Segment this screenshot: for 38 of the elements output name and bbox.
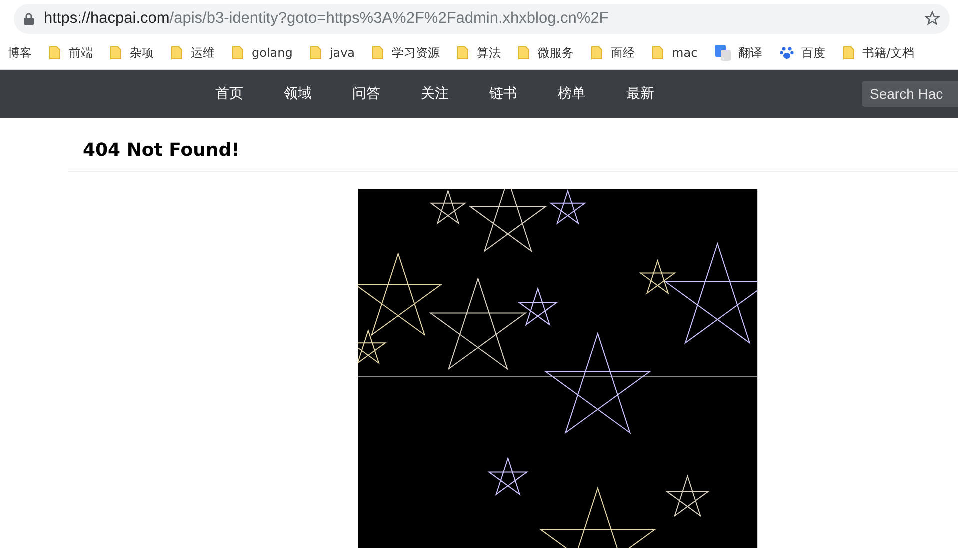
- nav-link[interactable]: 领域: [264, 84, 332, 103]
- bookmark-item[interactable]: 面经: [591, 44, 644, 62]
- folder-icon: [457, 46, 470, 60]
- folder-icon: [372, 46, 384, 60]
- nav-link[interactable]: 问答: [332, 84, 400, 103]
- bookmark-item[interactable]: golang: [232, 46, 302, 60]
- bookmark-item[interactable]: 博客: [8, 44, 41, 62]
- nav-link[interactable]: 关注: [400, 84, 469, 103]
- nav-link[interactable]: 首页: [195, 84, 264, 103]
- bookmark-item[interactable]: 运维: [171, 44, 224, 62]
- bookmark-item[interactable]: 书籍/文档: [842, 44, 924, 62]
- folder-icon: [110, 46, 122, 60]
- paw-icon: [780, 46, 794, 60]
- bookmark-item[interactable]: 翻译: [714, 44, 772, 62]
- bookmark-item[interactable]: 算法: [457, 44, 510, 62]
- nav-link[interactable]: 榜单: [538, 84, 606, 103]
- folder-icon: [171, 46, 183, 60]
- bookmark-item[interactable]: 百度: [780, 44, 835, 62]
- folder-icon: [232, 46, 244, 60]
- bookmark-item[interactable]: 微服务: [518, 44, 584, 62]
- search-field[interactable]: Search Hac: [862, 80, 958, 107]
- nav-link[interactable]: 最新: [606, 84, 674, 103]
- folder-icon: [842, 46, 855, 60]
- lock-icon: [24, 12, 34, 25]
- star-icon[interactable]: [925, 11, 940, 26]
- bookmark-item[interactable]: mac: [652, 46, 707, 60]
- translate-icon: [714, 45, 731, 62]
- folder-icon: [591, 46, 604, 60]
- folder-icon: [652, 46, 664, 60]
- bookmark-item[interactable]: 学习资源: [372, 44, 450, 62]
- bookmark-item[interactable]: 前端: [49, 44, 102, 62]
- folder-icon: [49, 46, 61, 60]
- nav-link[interactable]: 链书: [469, 84, 538, 103]
- bookmark-item[interactable]: java: [310, 46, 364, 60]
- folder-icon: [518, 46, 530, 60]
- folder-icon: [310, 46, 322, 60]
- page-heading: 404 Not Found!: [68, 118, 958, 172]
- bookmark-item[interactable]: 杂项: [110, 44, 163, 62]
